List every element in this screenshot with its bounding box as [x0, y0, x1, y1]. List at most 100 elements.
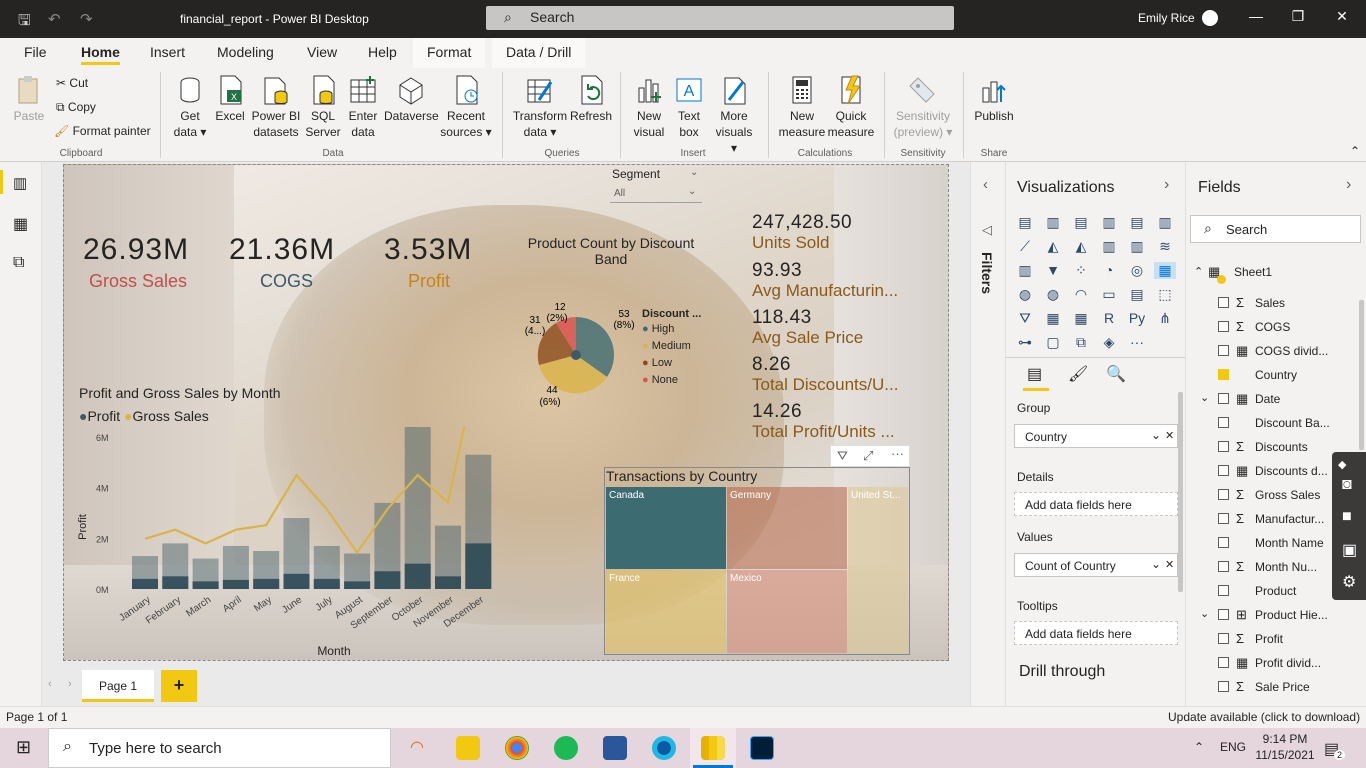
well-tooltips-dropzone[interactable]: Add data fields here [1014, 621, 1178, 645]
format-paint-roller-icon[interactable]: 🖌 [1068, 364, 1088, 384]
refresh-button[interactable]: Refresh [569, 74, 613, 124]
copy-button[interactable]: ⧉ Copy [56, 100, 96, 115]
legend-item-profit[interactable]: ●Profit [79, 408, 120, 424]
power-bi-datasets-button[interactable]: Power BI datasets [251, 74, 301, 140]
table-name[interactable]: Sheet1 [1234, 265, 1272, 279]
viz-filled-map-icon[interactable]: ◍ [1042, 286, 1064, 303]
dataverse-button[interactable]: Dataverse [384, 74, 439, 124]
viz-decomposition-tree-icon[interactable]: ⊶ [1014, 334, 1036, 351]
viz-clustered-column-icon[interactable]: ▥ [1098, 214, 1120, 231]
report-page[interactable]: Segment ⌄ All ⌄ 26.93M Gross Sales 21.36… [63, 164, 949, 661]
legend-item-none[interactable]: ● None [642, 374, 732, 386]
checkbox[interactable] [1218, 321, 1229, 332]
cortana-icon[interactable]: ◠ [410, 737, 424, 757]
checkbox[interactable] [1218, 297, 1229, 308]
viz-waterfall-icon[interactable]: ▥ [1014, 262, 1036, 279]
slicer-dropdown[interactable]: All ⌄ [610, 185, 702, 203]
power-bi-icon[interactable] [701, 736, 725, 760]
undo-icon[interactable]: ↶ [48, 10, 61, 28]
legend-item-gross-sales[interactable]: ●Gross Sales [124, 408, 209, 424]
legend-item-low[interactable]: ● Low [642, 357, 732, 369]
close-icon[interactable]: ✕ [1332, 8, 1352, 25]
treemap-cell-france[interactable]: France [606, 570, 726, 653]
expand-chevron-icon[interactable]: ⌄ [1200, 607, 1209, 620]
tab-view[interactable]: View [307, 44, 337, 60]
new-measure-button[interactable]: New measure [777, 74, 827, 140]
scrollbar[interactable] [1178, 392, 1183, 592]
chevron-right-icon[interactable]: › [1346, 176, 1351, 194]
well-group-field[interactable]: Country ⌄ ✕ [1014, 424, 1178, 448]
viz-funnel-icon[interactable]: ▼ [1042, 262, 1064, 278]
card-total-discounts-value[interactable]: 8.26 [752, 354, 791, 376]
edge-icon[interactable] [652, 736, 676, 760]
checkbox[interactable] [1218, 465, 1229, 476]
bar-profit[interactable] [465, 543, 492, 589]
tab-data-drill[interactable]: Data / Drill [492, 38, 586, 68]
analytics-magnifier-icon[interactable]: 🔍 [1106, 364, 1126, 384]
more-options-icon[interactable]: ··· [891, 446, 904, 461]
viz-line-icon[interactable]: ⟋ [1014, 238, 1036, 255]
checkbox[interactable] [1218, 417, 1229, 428]
tab-format[interactable]: Format [413, 38, 486, 68]
bar-profit[interactable] [222, 579, 249, 589]
bar-profit[interactable] [374, 571, 401, 589]
viz-clustered-bar-icon[interactable]: ▤ [1070, 214, 1092, 231]
kpi-cogs-value[interactable]: 21.36M [229, 233, 335, 267]
checkbox[interactable] [1218, 489, 1229, 500]
data-view-icon[interactable]: ▦ [13, 214, 28, 234]
viz-python-visual-icon[interactable]: Py [1126, 310, 1148, 326]
get-data-button[interactable]: Get data ▾ [170, 74, 210, 140]
spotify-icon[interactable] [554, 736, 578, 760]
language-indicator[interactable]: ENG [1220, 740, 1246, 754]
format-painter-button[interactable]: 🖌 Format painter [54, 124, 151, 138]
remove-icon[interactable]: ✕ [1165, 558, 1174, 571]
viz-line-clustered-icon[interactable]: ▥ [1126, 238, 1148, 255]
tab-home[interactable]: Home [81, 44, 120, 65]
treemap-cell-germany[interactable]: Germany [727, 487, 847, 569]
paste-button[interactable]: Paste [12, 74, 46, 124]
card-avg-sale-price-value[interactable]: 118.43 [752, 307, 812, 329]
model-view-icon[interactable]: ⧉ [13, 254, 24, 272]
user-name[interactable]: Emily Rice [1138, 11, 1195, 25]
viz-donut-icon[interactable]: ◎ [1126, 262, 1148, 279]
add-page-button[interactable]: + [161, 670, 197, 702]
bar-profit[interactable] [344, 581, 371, 589]
kpi-gross-sales-value[interactable]: 26.93M [83, 233, 189, 267]
filter-icon[interactable]: ⛛ [837, 448, 848, 464]
viz-multi-row-card-icon[interactable]: ▤ [1126, 286, 1148, 303]
legend-item-medium[interactable]: ● Medium [642, 340, 732, 352]
chevron-up-icon[interactable]: ⌃ [1194, 740, 1204, 754]
update-available-link[interactable]: Update available (click to download) [1168, 710, 1360, 724]
video-icon[interactable]: ■ [1342, 508, 1352, 526]
checkbox[interactable] [1218, 633, 1229, 644]
excel-button[interactable]: X Excel [213, 74, 247, 124]
redo-icon[interactable]: ↷ [80, 10, 93, 28]
bar-profit[interactable] [162, 576, 189, 589]
cut-button[interactable]: ✂ Cut [56, 76, 88, 90]
transform-data-button[interactable]: Transform data ▾ [511, 74, 569, 140]
viz-stacked-bar-icon[interactable]: ▤ [1014, 214, 1036, 231]
publish-button[interactable]: Publish [971, 74, 1017, 124]
checkbox[interactable] [1218, 561, 1229, 572]
checkbox[interactable] [1218, 585, 1229, 596]
bar-profit[interactable] [132, 578, 158, 589]
sensitivity-button[interactable]: Sensitivity (preview) ▾ [892, 74, 954, 140]
more-visuals-button[interactable]: More visuals ▾ [712, 74, 756, 156]
checkbox[interactable] [1218, 537, 1229, 548]
fields-search-input[interactable]: ⌕ Search [1190, 215, 1361, 243]
checkbox[interactable] [1218, 513, 1229, 524]
taskbar-search[interactable]: ⌕ Type here to search [48, 728, 391, 768]
quick-measure-button[interactable]: Quick measure [826, 74, 876, 140]
bar-profit[interactable] [435, 576, 461, 589]
tab-modeling[interactable]: Modeling [217, 44, 274, 60]
checkbox[interactable] [1218, 681, 1229, 692]
viz-key-influencers-icon[interactable]: ⋔ [1154, 310, 1176, 327]
viz-matrix-icon[interactable]: ▦ [1070, 310, 1092, 327]
tab-help[interactable]: Help [368, 44, 397, 60]
focus-mode-icon[interactable]: ⤢ [863, 448, 873, 464]
checkbox[interactable] [1218, 657, 1229, 668]
fields-tab-icon[interactable]: ▤ [1027, 364, 1042, 384]
viz-ribbon-icon[interactable]: ≋ [1154, 238, 1176, 255]
search-input[interactable]: ⌕ Search [486, 6, 954, 30]
viz-smart-narrative-icon[interactable]: ⧉ [1070, 334, 1092, 351]
